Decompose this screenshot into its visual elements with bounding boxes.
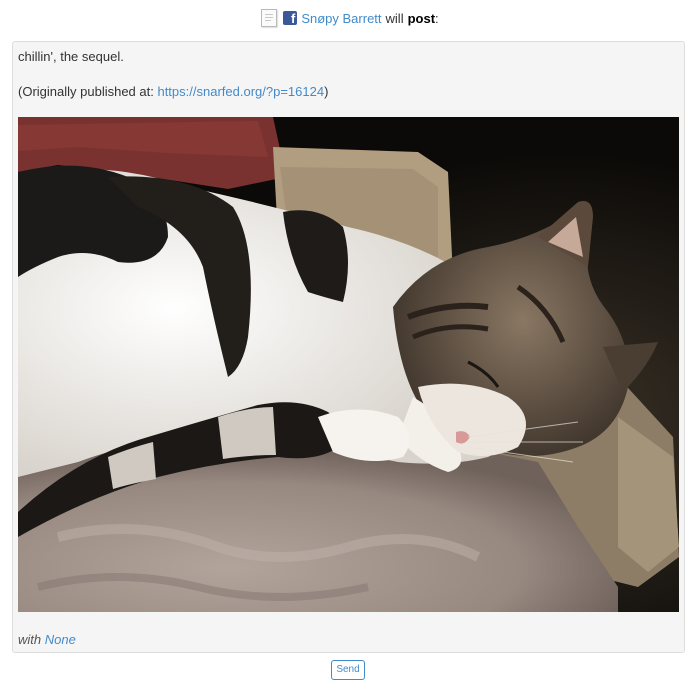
action-text: post [407,10,436,26]
preview-header: f Snøpy Barrett will post : [0,8,700,28]
with-label: with [18,632,42,647]
header-colon: : [435,10,439,26]
post-photo [18,117,679,612]
published-link[interactable]: https://snarfed.org/?p=16124 [157,84,324,99]
with-value-link[interactable]: None [45,632,76,647]
verb-text: will [385,10,404,26]
post-text: chillin', the sequel. [18,49,124,64]
published-prefix: (Originally published at: [18,84,158,99]
post-preview-card: chillin', the sequel. (Originally publis… [12,41,685,653]
with-line: with None [18,632,76,647]
author-link[interactable]: Snøpy Barrett [301,11,381,26]
facebook-icon: f [283,11,298,25]
published-suffix: ) [324,84,329,99]
post-document-icon [261,9,278,27]
published-line: (Originally published at: https://snarfe… [18,84,328,99]
send-button[interactable]: Send [331,660,365,680]
